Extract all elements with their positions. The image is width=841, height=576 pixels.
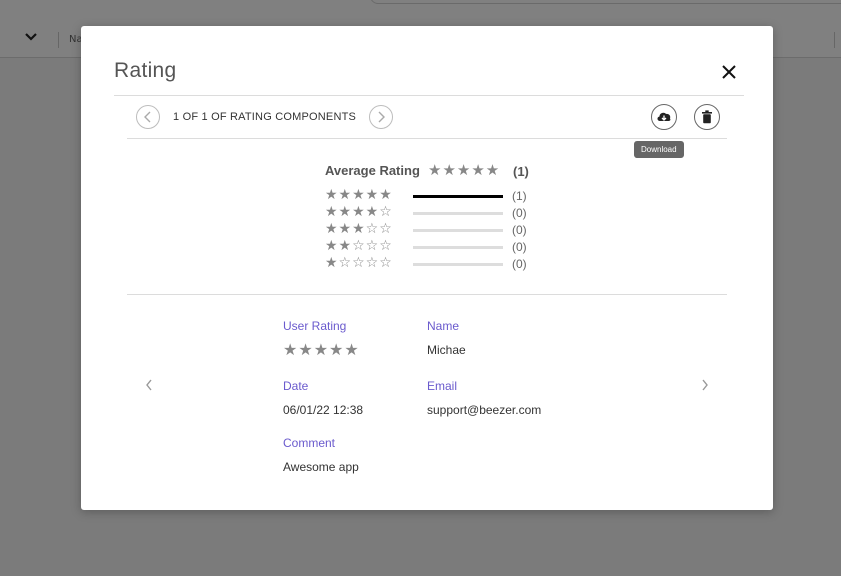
cloud-download-icon <box>657 112 671 121</box>
prev-rating-button[interactable] <box>141 378 157 394</box>
row-stars: ★★★☆☆ <box>325 221 393 237</box>
row-count: (1) <box>512 189 527 203</box>
distribution-bar <box>413 212 503 215</box>
row-count: (0) <box>512 257 527 271</box>
search-bar-backdrop <box>370 0 841 4</box>
divider <box>127 138 727 139</box>
comment-value: Awesome app <box>283 460 359 474</box>
download-button[interactable] <box>651 104 677 130</box>
user-rating-label: User Rating <box>283 319 347 333</box>
divider <box>114 95 744 96</box>
date-label: Date <box>283 379 309 393</box>
comment-label: Comment <box>283 436 336 450</box>
modal-title: Rating <box>114 59 177 82</box>
distribution-bar <box>413 195 503 198</box>
divider <box>127 294 727 295</box>
rating-distribution-row: ★★★★★ (1) <box>325 187 545 205</box>
distribution-bar-fill <box>413 195 503 198</box>
row-stars: ★★☆☆☆ <box>325 238 393 254</box>
user-rating-stars: ★★★★★ <box>283 340 360 359</box>
name-value: Michae <box>427 343 466 357</box>
next-component-button[interactable] <box>369 105 393 129</box>
rating-distribution-row: ★★☆☆☆ (0) <box>325 238 545 256</box>
row-count: (0) <box>512 240 527 254</box>
close-button[interactable] <box>719 62 739 82</box>
column-separator <box>58 32 59 48</box>
pager-text: 1 OF 1 OF RATING COMPONENTS <box>173 111 357 123</box>
row-count: (0) <box>512 223 527 237</box>
download-tooltip: Download <box>634 141 684 158</box>
chevron-down-icon[interactable] <box>24 30 42 50</box>
chevron-left-icon <box>146 379 152 391</box>
rating-distribution-row: ★★★☆☆ (0) <box>325 221 545 239</box>
rating-modal: Rating 1 OF 1 OF RATING COMPONENTS Downl… <box>81 26 773 510</box>
column-separator <box>834 32 835 48</box>
prev-component-button[interactable] <box>136 105 160 129</box>
distribution-bar <box>413 246 503 249</box>
email-value: support@beezer.com <box>427 403 542 417</box>
chevron-right-icon <box>378 111 385 123</box>
chevron-left-icon <box>144 111 151 123</box>
rating-distribution-row: ★☆☆☆☆ (0) <box>325 255 545 273</box>
row-stars: ★★★★★ <box>325 187 393 203</box>
rating-distribution-row: ★★★★☆ (0) <box>325 204 545 222</box>
distribution-bar <box>413 229 503 232</box>
name-label: Name <box>427 319 460 333</box>
average-rating-stars: ★★★★★ <box>428 161 501 179</box>
next-rating-button[interactable] <box>697 378 713 394</box>
chevron-right-icon <box>702 379 708 391</box>
average-rating-label: Average Rating <box>325 163 420 178</box>
close-icon <box>722 65 736 79</box>
email-label: Email <box>427 379 458 393</box>
average-rating-count: (1) <box>513 164 529 179</box>
delete-button[interactable] <box>694 104 720 130</box>
trash-icon <box>702 110 712 124</box>
row-count: (0) <box>512 206 527 220</box>
date-value: 06/01/22 12:38 <box>283 403 364 417</box>
row-stars: ★★★★☆ <box>325 204 393 220</box>
row-stars: ★☆☆☆☆ <box>325 255 393 271</box>
distribution-bar <box>413 263 503 266</box>
